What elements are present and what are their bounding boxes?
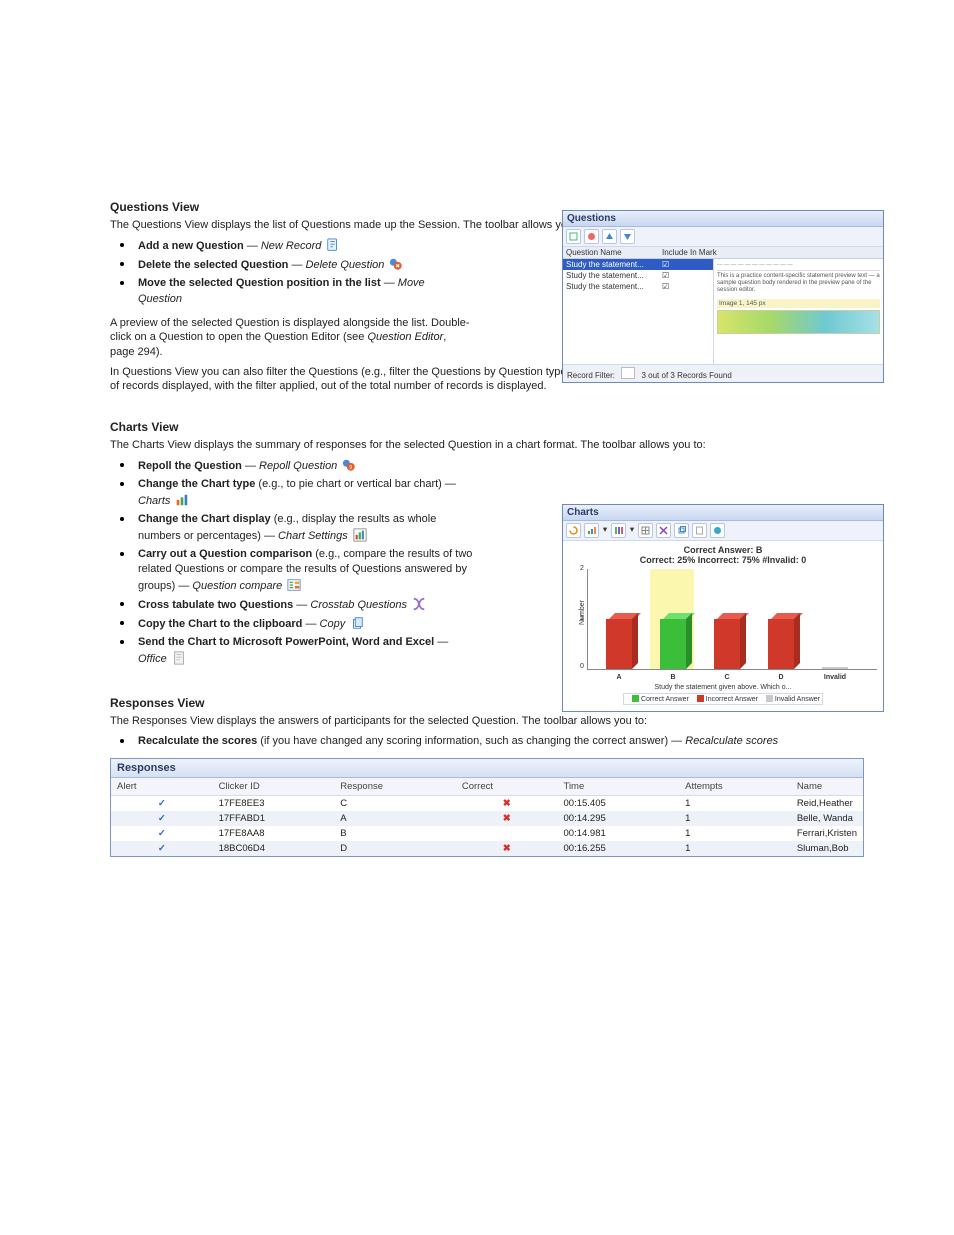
charts-panel-screenshot: Charts ▾ ▾ Correct Answer: B Correct: 25… (562, 504, 884, 712)
charts-icon (175, 493, 189, 507)
questions-preview-text: A preview of the selected Question is di… (110, 316, 470, 359)
crosstab-icon (412, 597, 426, 611)
questions-bullets: Add a new Question — New Record Delete t… (110, 238, 470, 308)
delete-question-icon (389, 257, 403, 271)
table-row: ✓17FE8AA8B00:14.9811Ferrari,Kristen (111, 826, 863, 841)
chart-plot: Number 2 1 0 A B C D Invalid (587, 569, 877, 670)
charts-panel-toolbar: ▾ ▾ (563, 521, 883, 541)
table-row: ✓17FFABD1A✖00:14.2951Belle, Wanda (111, 811, 863, 826)
copy-icon (350, 616, 364, 630)
repoll-question-icon: 9 (342, 458, 356, 472)
svg-text:9: 9 (350, 465, 353, 471)
office-icon (172, 651, 186, 665)
questions-panel-toolbar (563, 227, 883, 247)
charts-heading: Charts View (110, 420, 864, 434)
charts-bullets: Repoll the Question — Repoll Question 9 … (110, 458, 480, 668)
bullet-move-question: Move the selected Question position in t… (138, 277, 425, 305)
question-compare-icon (287, 578, 301, 592)
questions-panel-screenshot: Questions Question Name Include In Mark … (562, 210, 884, 383)
responses-bullets: Recalculate the scores (if you have chan… (110, 734, 864, 750)
bullet-add-question: Add a new Question — New Record (138, 240, 321, 252)
responses-table-screenshot: Responses Alert Clicker ID Response Corr… (110, 758, 864, 857)
new-record-icon (326, 238, 340, 252)
responses-header-row: Alert Clicker ID Response Correct Time A… (111, 778, 863, 796)
chart-settings-icon (353, 528, 367, 542)
chart-legend: Correct Answer Incorrect Answer Invalid … (623, 693, 823, 705)
questions-panel-title: Questions (563, 211, 883, 227)
bullet-delete-question: Delete the selected Question — Delete Qu… (138, 259, 384, 271)
charts-intro: The Charts View displays the summary of … (110, 438, 864, 452)
table-row: ✓18BC06D4D✖00:16.2551Sluman,Bob (111, 841, 863, 856)
table-row: ✓17FE8EE3C✖00:15.4051Reid,Heather (111, 796, 863, 812)
responses-intro: The Responses View displays the answers … (110, 714, 864, 728)
charts-panel-title: Charts (563, 505, 883, 521)
